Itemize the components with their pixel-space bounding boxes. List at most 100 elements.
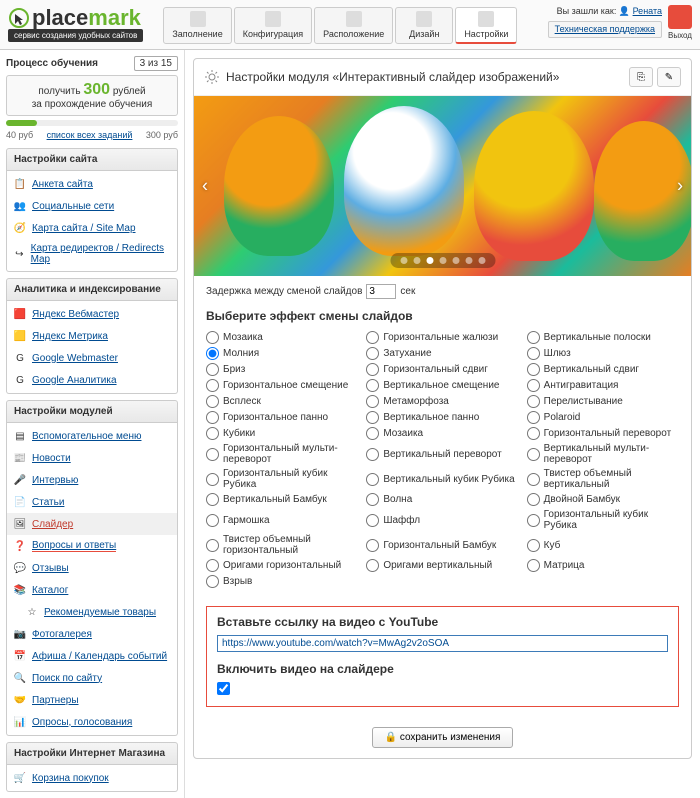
- effect-option[interactable]: Метаморфоза: [366, 395, 518, 408]
- effect-option[interactable]: Горизонтальное смещение: [206, 379, 358, 392]
- slider-dots[interactable]: [390, 253, 495, 268]
- effect-option[interactable]: Вертикальный мульти-переворот: [527, 443, 679, 465]
- top-bar: placemark сервис создания удобных сайтов…: [0, 0, 700, 50]
- effect-option[interactable]: Вертикальный кубик Рубика: [366, 468, 518, 490]
- effect-option[interactable]: Молния: [206, 347, 358, 360]
- nav-item[interactable]: 📰Новости: [7, 447, 177, 469]
- effect-option[interactable]: Гармошка: [206, 509, 358, 531]
- effect-option[interactable]: Твистер объемный горизонтальный: [206, 534, 358, 556]
- module-title: Настройки модуля «Интерактивный слайдер …: [226, 70, 625, 84]
- nav-item[interactable]: 📚Каталог: [7, 579, 177, 601]
- gear-icon: [204, 69, 220, 85]
- effect-option[interactable]: Вертикальное смещение: [366, 379, 518, 392]
- exit-icon: [668, 5, 692, 29]
- effect-option[interactable]: Горизонтальное панно: [206, 411, 358, 424]
- effect-option[interactable]: Вертикальное панно: [366, 411, 518, 424]
- effect-option[interactable]: Антигравитация: [527, 379, 679, 392]
- sidebar: Процесс обучения3 из 15 получить 300 руб…: [0, 50, 185, 798]
- user-box: Вы зашли как: 👤 Рената Техническая подде…: [548, 5, 662, 38]
- effect-option[interactable]: Горизонтальный кубик Рубика: [206, 468, 358, 490]
- youtube-box: Вставьте ссылку на видео с YouTube Включ…: [206, 606, 679, 707]
- tab-2[interactable]: Расположение: [314, 7, 393, 44]
- image-slider[interactable]: ‹ ›: [194, 96, 691, 276]
- effect-option[interactable]: Перелистывание: [527, 395, 679, 408]
- effect-option[interactable]: Горизонтальный мульти-переворот: [206, 443, 358, 465]
- nav-item[interactable]: 📋Анкета сайта: [7, 173, 177, 195]
- slider-next[interactable]: ›: [677, 176, 683, 197]
- effect-option[interactable]: Горизонтальный кубик Рубика: [527, 509, 679, 531]
- effect-option[interactable]: Всплеск: [206, 395, 358, 408]
- nav-item[interactable]: 💬Отзывы: [7, 557, 177, 579]
- nav-item[interactable]: 📅Афиша / Календарь событий: [7, 645, 177, 667]
- nav-item[interactable]: 🤝Партнеры: [7, 689, 177, 711]
- progress-bar: [6, 120, 178, 126]
- cursor-icon: [8, 7, 30, 29]
- nav-item[interactable]: 🛒Корзина покупок: [7, 767, 177, 789]
- effect-option[interactable]: Взрыв: [206, 575, 358, 588]
- nav-item[interactable]: 🟨Яндекс Метрика: [7, 325, 177, 347]
- youtube-input[interactable]: [217, 635, 668, 652]
- nav-item[interactable]: 📄Статьи: [7, 491, 177, 513]
- effect-option[interactable]: Волна: [366, 493, 518, 506]
- user-link[interactable]: Рената: [633, 6, 662, 16]
- effect-option[interactable]: Вертикальный переворот: [366, 443, 518, 465]
- effect-option[interactable]: Горизонтальный Бамбук: [366, 534, 518, 556]
- nav-item[interactable]: 🧭Карта сайта / Site Map: [7, 217, 177, 239]
- effect-option[interactable]: Твистер объемный вертикальный: [527, 468, 679, 490]
- tab-1[interactable]: Конфигурация: [234, 7, 312, 44]
- panel-modules[interactable]: Настройки модулей: [6, 400, 178, 423]
- all-tasks-link[interactable]: список всех заданий: [47, 130, 133, 140]
- content: Настройки модуля «Интерактивный слайдер …: [185, 50, 700, 798]
- effect-option[interactable]: Горизонтальные жалюзи: [366, 331, 518, 344]
- copy-button[interactable]: ⎘: [629, 67, 653, 87]
- tab-3[interactable]: Дизайн: [395, 7, 453, 44]
- delay-input[interactable]: [366, 284, 396, 299]
- effect-option[interactable]: Бриз: [206, 363, 358, 376]
- panel-analytics[interactable]: Аналитика и индексирование: [6, 278, 178, 301]
- nav-item[interactable]: 🖼Слайдер: [7, 513, 177, 535]
- nav-item[interactable]: ☆Рекомендуемые товары: [7, 601, 177, 623]
- nav-item[interactable]: 🔍Поиск по сайту: [7, 667, 177, 689]
- effect-option[interactable]: Оригами вертикальный: [366, 559, 518, 572]
- panel-shop[interactable]: Настройки Интернет Магазина: [6, 742, 178, 765]
- effect-option[interactable]: Куб: [527, 534, 679, 556]
- enable-video-checkbox[interactable]: [217, 682, 230, 695]
- exit-button[interactable]: Выход: [668, 5, 692, 40]
- effect-option[interactable]: Шлюз: [527, 347, 679, 360]
- effect-option[interactable]: Матрица: [527, 559, 679, 572]
- panel-site-settings[interactable]: Настройки сайта: [6, 148, 178, 171]
- effect-option[interactable]: Горизонтальный переворот: [527, 427, 679, 440]
- nav-item[interactable]: 👥Социальные сети: [7, 195, 177, 217]
- nav-item[interactable]: GGoogle Webmaster: [7, 347, 177, 369]
- nav-item[interactable]: 🎤Интервью: [7, 469, 177, 491]
- progress-badge: 3 из 15: [134, 56, 178, 71]
- save-button[interactable]: 🔒 сохранить изменения: [372, 727, 514, 748]
- effect-option[interactable]: Горизонтальный сдвиг: [366, 363, 518, 376]
- nav-item[interactable]: ❓Вопросы и ответы: [7, 535, 177, 557]
- nav-item[interactable]: 📊Опросы, голосования: [7, 711, 177, 733]
- nav-item[interactable]: ↪Карта редиректов / Redirects Map: [7, 239, 177, 269]
- nav-item[interactable]: 📷Фотогалерея: [7, 623, 177, 645]
- effect-option[interactable]: Вертикальные полоски: [527, 331, 679, 344]
- effect-option[interactable]: Оригами горизонтальный: [206, 559, 358, 572]
- tab-4[interactable]: Настройки: [455, 7, 517, 44]
- effect-option[interactable]: Кубики: [206, 427, 358, 440]
- effect-option[interactable]: Polaroid: [527, 411, 679, 424]
- nav-item[interactable]: GGoogle Аналитика: [7, 369, 177, 391]
- effect-option[interactable]: Мозаика: [206, 331, 358, 344]
- effects-grid: Мозаика Горизонтальные жалюзи Вертикальные…: [206, 331, 679, 588]
- delay-label: Задержка между сменой слайдов: [206, 286, 362, 297]
- nav-item[interactable]: 🟥Яндекс Вебмастер: [7, 303, 177, 325]
- effect-option[interactable]: Мозаика: [366, 427, 518, 440]
- effect-option[interactable]: Шаффл: [366, 509, 518, 531]
- slider-prev[interactable]: ‹: [202, 176, 208, 197]
- nav-item[interactable]: ▤Вспомогательное меню: [7, 425, 177, 447]
- tab-0[interactable]: Заполнение: [163, 7, 231, 44]
- support-button[interactable]: Техническая поддержка: [548, 21, 662, 39]
- effect-option[interactable]: Двойной Бамбук: [527, 493, 679, 506]
- effect-option[interactable]: Затухание: [366, 347, 518, 360]
- promo-box[interactable]: получить 300 рублей за прохождение обуче…: [6, 75, 178, 116]
- effect-option[interactable]: Вертикальный сдвиг: [527, 363, 679, 376]
- edit-button[interactable]: ✎: [657, 67, 681, 87]
- effect-option[interactable]: Вертикальный Бамбук: [206, 493, 358, 506]
